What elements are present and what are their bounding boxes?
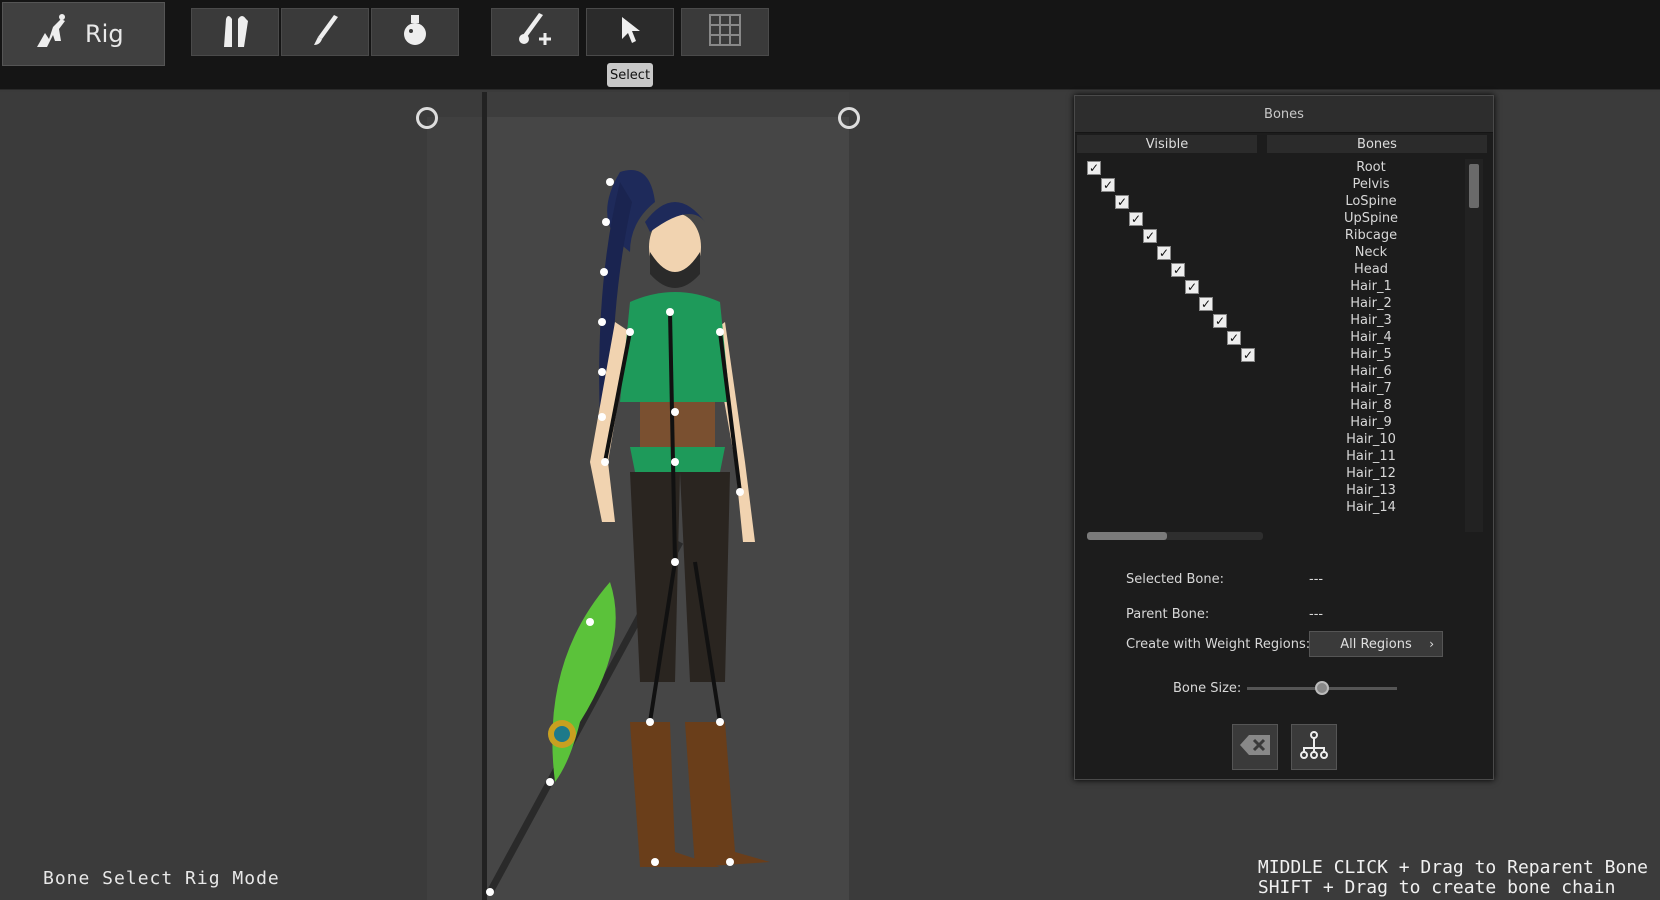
top-toolbar: Rig Select [0,0,1660,90]
bone-list-item[interactable]: Hair_13 [1311,483,1431,498]
bone-list-item[interactable]: Hair_3 [1311,313,1431,328]
bones-panel: Bones Visible Bones ✓ Root ✓ Pelvis ✓ LoSpine… [1074,95,1494,780]
vertical-scroll-thumb[interactable] [1469,164,1479,208]
visible-checkbox[interactable]: ✓ [1115,195,1129,209]
selected-bone-value: --- [1309,572,1324,587]
bone-list-item[interactable]: Hair_9 [1311,415,1431,430]
bone-list-item[interactable]: Hair_8 [1311,398,1431,413]
hint-reparent: MIDDLE CLICK + Drag to Reparent Bone [1257,857,1648,878]
panel-title: Bones [1075,96,1493,133]
add-bone-button[interactable] [491,8,579,56]
bone-list-item[interactable]: Hair_10 [1311,432,1431,447]
select-cursor-icon [618,13,642,51]
vertical-scrollbar[interactable] [1465,159,1483,532]
selected-bone-label: Selected Bone: [1126,572,1224,587]
rig-label: Rig [85,20,124,48]
tooltip: Select [607,63,653,87]
visible-checkbox[interactable]: ✓ [1185,280,1199,294]
bone-list-item[interactable]: Hair_6 [1311,364,1431,379]
bone-list-item[interactable]: Hair_2 [1311,296,1431,311]
bone-list-item[interactable]: Neck [1311,245,1431,260]
column-visible[interactable]: Visible [1077,135,1257,153]
parent-bone-label: Parent Bone: [1126,607,1210,622]
bone-list-item[interactable]: LoSpine [1311,194,1431,209]
resize-handle-right[interactable] [838,107,860,129]
paint-weights-button[interactable] [281,8,369,56]
mode-label: Bone Select Rig Mode [43,868,280,889]
column-bones[interactable]: Bones [1267,135,1487,153]
visible-checkbox[interactable]: ✓ [1171,263,1185,277]
weight-regions-value: All Regions [1340,636,1412,652]
bones-mode-icon [218,11,252,53]
hint-chain: SHIFT + Drag to create bone chain [1257,877,1616,898]
visible-checkbox[interactable]: ✓ [1129,212,1143,226]
weight-regions-label: Create with Weight Regions: [1126,637,1311,652]
visible-checkbox[interactable]: ✓ [1143,229,1157,243]
bone-list-item[interactable]: Hair_14 [1311,500,1431,515]
weight-regions-dropdown[interactable]: All Regions › [1309,631,1443,657]
visible-checkbox[interactable]: ✓ [1199,297,1213,311]
bone-size-slider-knob[interactable] [1315,681,1329,695]
visible-checkbox[interactable]: ✓ [1227,331,1241,345]
grid-icon [708,13,742,51]
character-sprite[interactable] [480,162,820,900]
visible-checkbox[interactable]: ✓ [1213,314,1227,328]
select-tool-button[interactable] [586,8,674,56]
visible-checkbox[interactable]: ✓ [1101,178,1115,192]
bones-mode-button[interactable] [191,8,279,56]
bone-size-label: Bone Size: [1173,681,1242,696]
canvas-strip [427,117,482,900]
parent-bone-value: --- [1309,607,1324,622]
bone-list-item[interactable]: UpSpine [1311,211,1431,226]
bone-list-item[interactable]: Hair_7 [1311,381,1431,396]
visible-checkbox[interactable]: ✓ [1087,161,1101,175]
resize-handle-left[interactable] [416,107,438,129]
hints: MIDDLE CLICK + Drag to Reparent Bone SHI… [1258,858,1648,898]
add-bone-icon [515,11,555,53]
bone-list: ✓ Root ✓ Pelvis ✓ LoSpine ✓ UpSpine ✓ Ribcage ✓ Nec… [1083,156,1453,533]
visible-checkbox[interactable]: ✓ [1241,348,1255,362]
rig-icon [31,11,71,57]
bone-list-item[interactable]: Root [1311,160,1431,175]
bone-list-item[interactable]: Hair_12 [1311,466,1431,481]
paint-brush-icon [310,13,340,51]
delete-bone-button[interactable] [1232,724,1278,770]
bone-list-item[interactable]: Hair_1 [1311,279,1431,294]
hierarchy-icon [1299,730,1329,764]
bone-list-item[interactable]: Pelvis [1311,177,1431,192]
physics-button[interactable] [371,8,459,56]
visible-checkbox[interactable]: ✓ [1157,246,1171,260]
bone-list-item[interactable]: Ribcage [1311,228,1431,243]
horizontal-scroll-thumb[interactable] [1087,532,1167,540]
potion-icon [400,13,430,51]
grid-button[interactable] [681,8,769,56]
bone-list-item[interactable]: Hair_4 [1311,330,1431,345]
bone-list-item[interactable]: Hair_5 [1311,347,1431,362]
bone-list-item[interactable]: Head [1311,262,1431,277]
rig-mode-button[interactable]: Rig [2,2,165,66]
canvas-top-band [487,92,849,117]
chevron-right-icon: › [1429,637,1434,651]
bone-list-item[interactable]: Hair_11 [1311,449,1431,464]
backspace-icon [1239,734,1271,760]
hierarchy-button[interactable] [1291,724,1337,770]
